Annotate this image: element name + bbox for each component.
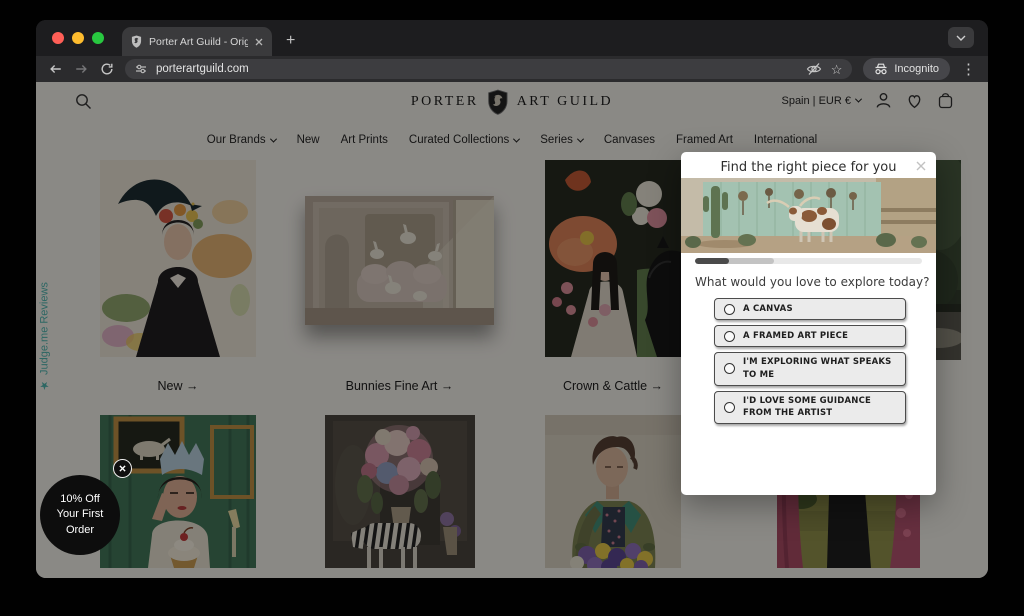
browser-menu-icon[interactable]: ⋮ — [961, 62, 976, 77]
promo-line: Your First — [57, 507, 104, 522]
radio-icon — [724, 304, 735, 315]
option-a-framed-art-piece[interactable]: A FRAMED ART PIECE — [714, 325, 906, 347]
tab-close-icon[interactable] — [255, 38, 263, 46]
browser-window: Porter Art Guild - Original Ex + — [36, 20, 988, 578]
incognito-icon — [874, 63, 888, 75]
tab-favicon-crest-icon — [131, 35, 142, 48]
option-guidance-from-artist[interactable]: I'D LOVE SOME GUIDANCE FROM THE ARTIST — [714, 391, 906, 425]
reload-icon[interactable] — [100, 62, 114, 76]
modal-title: Find the right piece for you — [681, 160, 936, 175]
tab-title: Porter Art Guild - Original Ex — [149, 36, 248, 48]
url-text[interactable]: porterartguild.com — [156, 63, 797, 75]
promo-close-icon[interactable] — [113, 459, 132, 478]
close-window-button[interactable] — [52, 32, 64, 44]
eye-off-icon[interactable] — [806, 62, 822, 76]
zoom-window-button[interactable] — [92, 32, 104, 44]
quiz-progress-bar — [695, 258, 922, 264]
new-tab-button[interactable]: + — [286, 32, 295, 50]
browser-toolbar: porterartguild.com ☆ Incognito ⋮ — [36, 56, 988, 82]
incognito-label: Incognito — [894, 63, 939, 75]
address-bar[interactable]: porterartguild.com ☆ — [125, 59, 852, 79]
radio-icon — [724, 402, 735, 413]
quiz-modal: Find the right piece for you What would … — [681, 152, 936, 495]
minimize-window-button[interactable] — [72, 32, 84, 44]
option-a-canvas[interactable]: A CANVAS — [714, 298, 906, 320]
desktop-background: Porter Art Guild - Original Ex + — [0, 0, 1024, 616]
discount-promo-badge[interactable]: 10% Off Your First Order — [40, 475, 120, 555]
tab-bar: Porter Art Guild - Original Ex + — [36, 20, 988, 56]
site-settings-icon[interactable] — [135, 63, 147, 75]
promo-line: 10% Off — [60, 492, 100, 507]
quiz-options: A CANVAS A FRAMED ART PIECE I'M EXPLORIN… — [714, 298, 906, 424]
radio-icon — [724, 363, 735, 374]
tab-search-chevron-button[interactable] — [948, 27, 974, 48]
option-exploring-what-speaks-to-me[interactable]: I'M EXPLORING WHAT SPEAKS TO ME — [714, 352, 906, 386]
modal-close-icon[interactable] — [910, 155, 932, 177]
radio-icon — [724, 331, 735, 342]
promo-line: Order — [66, 523, 94, 538]
back-icon[interactable] — [48, 62, 63, 76]
longhorn-barn-image — [681, 178, 936, 253]
incognito-badge: Incognito — [863, 58, 950, 80]
window-controls — [36, 20, 122, 56]
browser-tab[interactable]: Porter Art Guild - Original Ex — [122, 27, 272, 56]
bookmark-star-icon[interactable]: ☆ — [831, 63, 843, 76]
quiz-question: What would you love to explore today? — [695, 275, 930, 289]
forward-icon[interactable] — [74, 62, 89, 76]
progress-filled — [695, 258, 729, 264]
page-viewport: PORTER ART GUILD Spain | EUR € — [36, 82, 988, 578]
